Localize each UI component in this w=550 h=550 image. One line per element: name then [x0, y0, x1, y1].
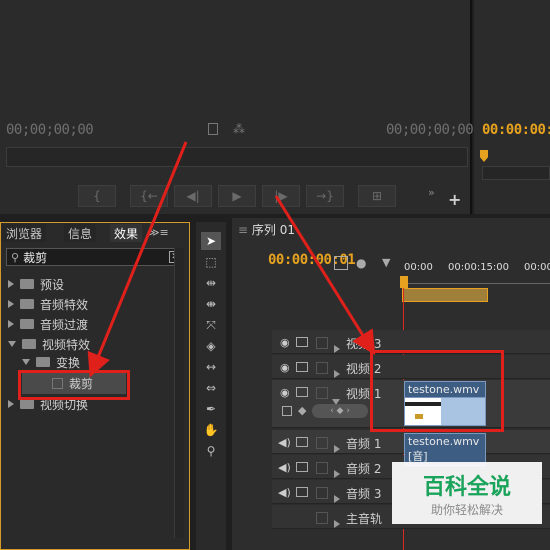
arrow-to-crop: [87, 141, 188, 378]
watermark: 百科全说 助你轻松解决: [392, 462, 542, 524]
watermark-title: 百科全说: [422, 474, 511, 500]
watermark-subtitle: 助你轻松解决: [430, 502, 503, 517]
arrow-to-clip: [274, 195, 376, 356]
